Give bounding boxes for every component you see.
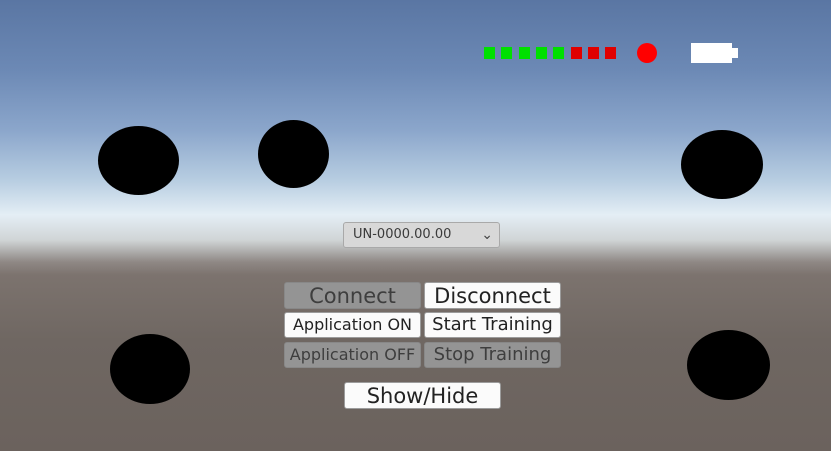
- marker-top-right: [681, 130, 763, 199]
- signal-bar: [605, 47, 617, 59]
- application-off-button[interactable]: Application OFF: [284, 342, 421, 368]
- signal-bar: [587, 47, 599, 59]
- disconnect-button[interactable]: Disconnect: [424, 282, 561, 309]
- device-selector-dropdown[interactable]: UN-0000.00.00 ⌄: [343, 222, 500, 248]
- marker-bottom-right: [687, 330, 770, 400]
- game-viewport: UN-0000.00.00 ⌄ Connect Disconnect Appli…: [0, 0, 831, 451]
- signal-bar: [484, 47, 495, 59]
- connect-button[interactable]: Connect: [284, 282, 421, 309]
- marker-top-center: [258, 120, 329, 188]
- recording-indicator-icon: [637, 43, 657, 63]
- start-training-button[interactable]: Start Training: [424, 312, 561, 338]
- signal-bar: [570, 47, 582, 59]
- marker-top-left: [98, 126, 179, 195]
- signal-bar: [553, 47, 565, 59]
- marker-bottom-left: [110, 334, 190, 404]
- signal-bar: [518, 47, 530, 59]
- signal-bar: [501, 47, 513, 59]
- signal-bar: [535, 47, 547, 59]
- application-on-button[interactable]: Application ON: [284, 312, 421, 338]
- battery-tip: [732, 48, 738, 58]
- show-hide-button[interactable]: Show/Hide: [344, 382, 501, 409]
- stop-training-button[interactable]: Stop Training: [424, 342, 561, 368]
- chevron-down-icon: ⌄: [481, 227, 493, 243]
- device-selector-value: UN-0000.00.00: [353, 227, 452, 242]
- battery-icon: [691, 43, 732, 63]
